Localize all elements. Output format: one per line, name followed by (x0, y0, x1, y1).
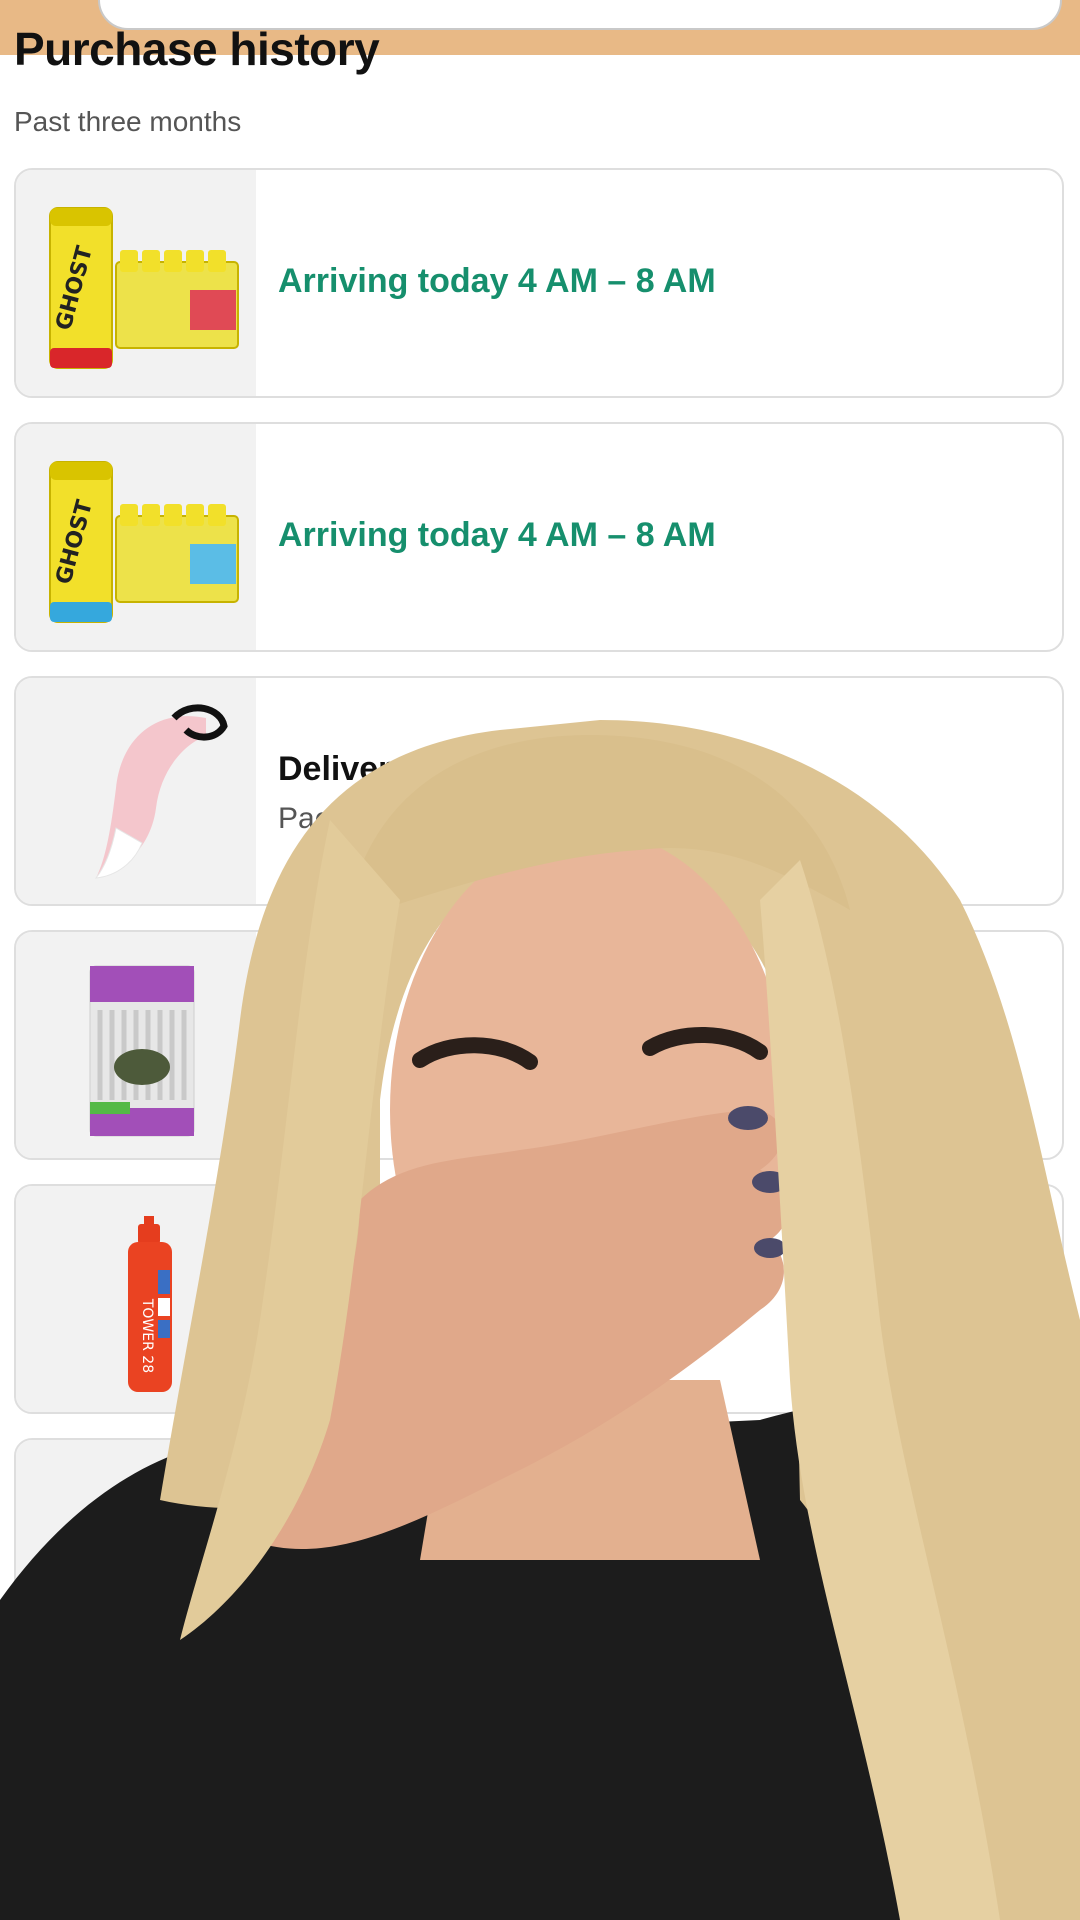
energy-drink-pack-blue-icon: GHOST (49, 461, 239, 623)
order-status: Delivered May 5 (278, 750, 536, 788)
energy-drink-pack-red-icon: GHOST (49, 207, 239, 369)
order-status: Arriving today 4 AM – 8 AM (278, 516, 716, 554)
order-card[interactable]: TOWER 28 (14, 1184, 1064, 1414)
product-thumbnail: GHOST (16, 424, 256, 650)
order-card[interactable]: GHOST Arriving today 4 AM – 8 AM (14, 168, 1064, 398)
product-thumbnail (16, 1440, 256, 1666)
order-card[interactable]: Delivered May 5 Package was (14, 676, 1064, 906)
product-thumbnail (16, 932, 256, 1158)
costume-tail-icon (94, 704, 228, 879)
paw-item-icon (73, 1507, 128, 1559)
order-card[interactable] (14, 1438, 1064, 1668)
product-thumbnail: GHOST (16, 170, 256, 396)
order-status: Arriving today 4 AM – 8 AM (278, 262, 716, 300)
svg-text:TOWER 28: TOWER 28 (139, 1298, 155, 1373)
order-card[interactable]: GHOST Arriving today 4 AM – 8 AM (14, 422, 1064, 652)
product-thumbnail: TOWER 28 (16, 1186, 256, 1412)
page-subtitle: Past three months (14, 106, 242, 137)
bamboo-straws-pack-icon (89, 965, 195, 1137)
order-card[interactable] (14, 930, 1064, 1160)
product-thumbnail (16, 678, 256, 904)
page-title: Purchase history (14, 23, 380, 75)
hair-spray-bottle-icon: TOWER 28 (128, 1216, 172, 1392)
order-detail: Package was (278, 802, 457, 835)
